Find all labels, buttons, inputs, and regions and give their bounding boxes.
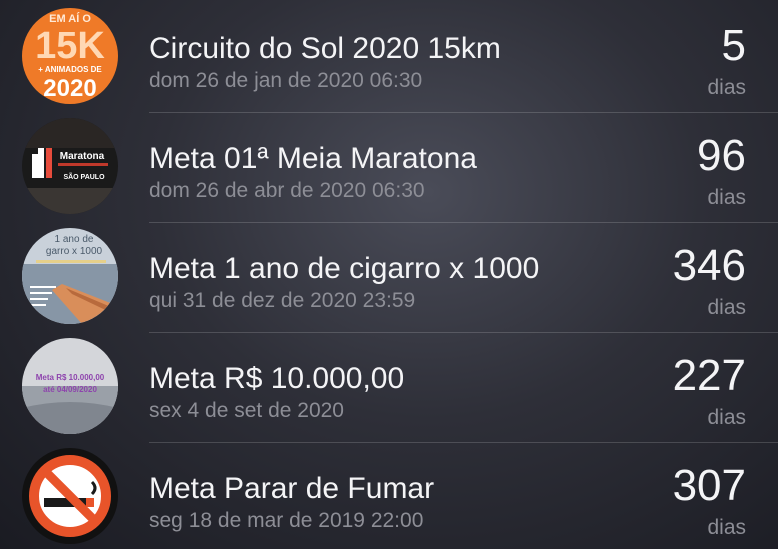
svg-text:1 ano de: 1 ano de bbox=[55, 234, 94, 245]
svg-text:Meta R$ 10.000,00: Meta R$ 10.000,00 bbox=[36, 373, 105, 382]
event-date: dom 26 de jan de 2020 06:30 bbox=[149, 69, 423, 92]
svg-text:15K: 15K bbox=[35, 25, 105, 67]
event-row[interactable]: 1 ano de garro x 1000 Meta 1 ano de ciga… bbox=[0, 220, 778, 330]
svg-text:+ ANIMADOS DE: + ANIMADOS DE bbox=[38, 65, 102, 74]
days-count: 96 bbox=[697, 131, 746, 180]
days-unit: dias bbox=[707, 406, 746, 429]
svg-text:Maratona: Maratona bbox=[60, 151, 105, 162]
svg-text:até 04/09/2020: até 04/09/2020 bbox=[43, 385, 97, 394]
days-unit: dias bbox=[707, 296, 746, 319]
event-date: sex 4 de set de 2020 bbox=[149, 399, 344, 422]
event-date: seg 18 de mar de 2019 22:00 bbox=[149, 509, 424, 532]
svg-text:2020: 2020 bbox=[43, 75, 96, 102]
svg-text:EM AÍ O: EM AÍ O bbox=[49, 12, 91, 25]
cigarette-note-thumbnail: 1 ano de garro x 1000 bbox=[22, 228, 118, 324]
days-count: 307 bbox=[672, 461, 746, 510]
event-title: Circuito do Sol 2020 15km bbox=[149, 32, 501, 65]
savings-goal-thumbnail: Meta R$ 10.000,00 até 04/09/2020 bbox=[22, 338, 118, 434]
event-title: Meta 01ª Meia Maratona bbox=[149, 142, 477, 175]
race-poster-thumbnail: EM AÍ O 15K + ANIMADOS DE 2020 bbox=[22, 8, 118, 104]
half-marathon-logo-thumbnail: Maratona SÃO PAULO bbox=[22, 118, 118, 214]
event-row[interactable]: Meta Parar de Fumar seg 18 de mar de 201… bbox=[0, 440, 778, 549]
days-count: 346 bbox=[672, 241, 746, 290]
days-unit: dias bbox=[707, 76, 746, 99]
days-count: 227 bbox=[672, 351, 746, 400]
no-smoking-icon bbox=[22, 448, 118, 544]
svg-text:garro x 1000: garro x 1000 bbox=[46, 246, 103, 257]
days-count: 5 bbox=[721, 21, 746, 70]
days-unit: dias bbox=[707, 516, 746, 539]
event-row[interactable]: EM AÍ O 15K + ANIMADOS DE 2020 Circuito … bbox=[0, 0, 778, 110]
svg-text:SÃO PAULO: SÃO PAULO bbox=[63, 172, 105, 181]
event-date: dom 26 de abr de 2020 06:30 bbox=[149, 179, 425, 202]
event-countdown-list: EM AÍ O 15K + ANIMADOS DE 2020 Circuito … bbox=[0, 0, 778, 549]
event-date: qui 31 de dez de 2020 23:59 bbox=[149, 289, 416, 312]
event-row[interactable]: Meta R$ 10.000,00 até 04/09/2020 Meta R$… bbox=[0, 330, 778, 440]
event-title: Meta R$ 10.000,00 bbox=[149, 362, 405, 395]
event-title: Meta 1 ano de cigarro x 1000 bbox=[149, 252, 540, 285]
event-row[interactable]: Maratona SÃO PAULO Meta 01ª Meia Maraton… bbox=[0, 110, 778, 220]
event-title: Meta Parar de Fumar bbox=[149, 472, 435, 505]
days-unit: dias bbox=[707, 186, 746, 209]
